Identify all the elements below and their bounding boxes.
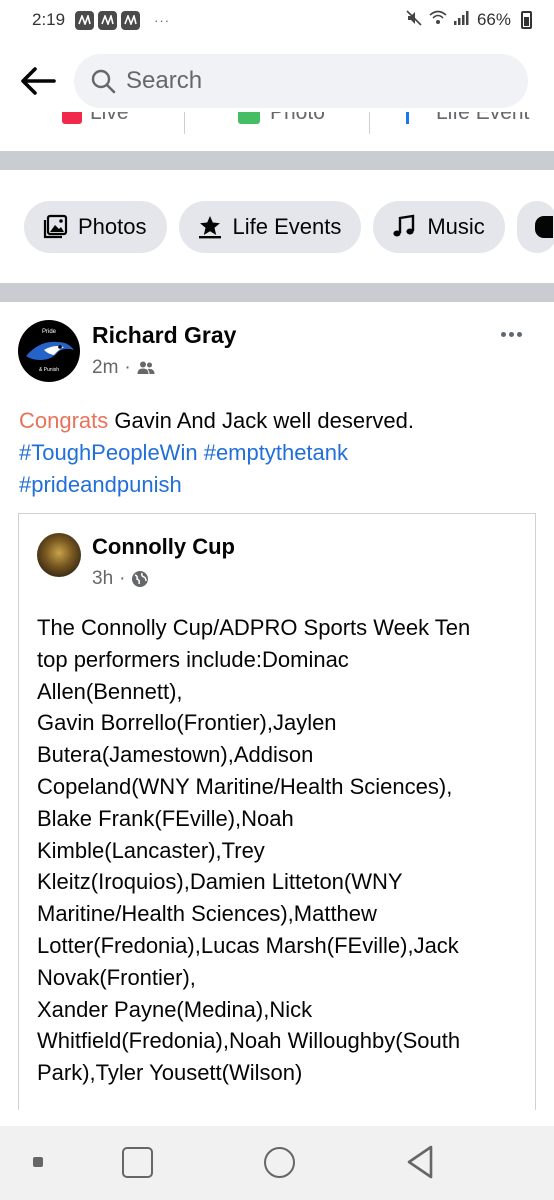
status-right: 66% — [405, 9, 532, 32]
shared-line: The Connolly Cup/ADPRO Sports Week Ten — [37, 615, 471, 640]
battery-percent: 66% — [476, 10, 511, 29]
shared-line: Kleitz(Iroquios),Damien Litteton(WNY — [37, 869, 403, 895]
shared-line: top performers include:Dominac — [37, 646, 349, 672]
photo-icon — [42, 214, 68, 240]
composer-actions: Live Photo Life Event — [0, 112, 554, 136]
status-time: 2:19 — [32, 10, 66, 29]
shared-line: Whitfield(Fredonia),Noah Willoughby(Sout… — [37, 1028, 461, 1054]
shared-author[interactable]: Connolly Cup — [92, 534, 235, 560]
search-bar[interactable]: Search — [74, 54, 528, 108]
meta-separator: · — [119, 568, 126, 589]
back-button[interactable] — [18, 61, 58, 101]
shared-meta: 3h · — [92, 568, 149, 590]
action-divider — [184, 112, 185, 134]
shared-line: Maritine/Health Sciences),Matthew — [37, 901, 377, 927]
life-event-button[interactable]: Life Event — [406, 112, 529, 126]
star-flag-icon — [197, 214, 223, 240]
battery-icon — [521, 11, 532, 29]
search-icon — [91, 69, 116, 94]
dot — [508, 331, 514, 337]
shared-line: Butera(Jamestown),Addison — [37, 742, 314, 768]
shared-line: Kimble(Lancaster),Trey — [37, 837, 265, 863]
avatar-text-bottom: & Punish — [38, 367, 59, 373]
action-divider — [369, 112, 370, 134]
live-label: Live — [90, 112, 129, 124]
shared-line: Lotter(Fredonia),Lucas Marsh(FEville),Ja… — [37, 932, 459, 958]
chip-photos[interactable]: Photos — [24, 201, 167, 253]
chip-label: Life Events — [232, 214, 342, 239]
post-author[interactable]: Richard Gray — [92, 322, 236, 349]
back-arrow-icon — [21, 67, 56, 95]
shared-avatar[interactable] — [37, 533, 81, 577]
overview-button[interactable] — [122, 1147, 153, 1178]
top-bar: Search — [0, 40, 554, 122]
live-button[interactable]: Live — [62, 112, 129, 126]
globe-icon — [132, 571, 149, 587]
notification-app-icon — [75, 10, 95, 30]
congrats-highlight: Congrats — [19, 408, 109, 433]
notification-app-icon — [98, 10, 118, 30]
chip-music[interactable]: Music — [373, 201, 505, 253]
post-text-body: Gavin And Jack well deserved. — [108, 408, 414, 433]
chip-label: Photos — [78, 214, 147, 239]
flag-icon — [406, 112, 422, 124]
life-event-label: Life Event — [436, 112, 530, 124]
shared-line: Blake Frank(FEville),Noah — [37, 805, 294, 831]
chip-label: Music — [427, 214, 485, 239]
shared-post[interactable]: Connolly Cup 3h · The Connolly Cup/ADPRO… — [18, 513, 536, 1110]
signal-icon — [453, 10, 471, 31]
more-notifications-icon: ··· — [154, 12, 171, 28]
photo-icon — [238, 112, 260, 124]
shared-line: Allen(Bennett), — [37, 678, 183, 704]
friends-icon — [137, 361, 155, 374]
avatar[interactable]: Pride & Punish — [18, 320, 80, 382]
chip-life-events[interactable]: Life Events — [178, 201, 362, 253]
hashtag[interactable]: #ToughPeopleWin — [19, 440, 198, 465]
hashtag[interactable]: #prideandpunish — [19, 472, 182, 497]
shared-time[interactable]: 3h — [92, 568, 113, 590]
section-divider — [0, 283, 554, 302]
wifi-icon — [429, 10, 447, 31]
shared-line: Park),Tyler Yousett(Wilson) — [37, 1060, 303, 1086]
section-divider — [0, 151, 554, 170]
music-note-icon — [391, 214, 417, 240]
dot — [500, 331, 506, 337]
hashtag[interactable]: #emptythetank — [204, 440, 348, 465]
system-nav-bar — [0, 1126, 554, 1200]
profile-chips: Photos Life Events Music — [24, 201, 554, 253]
meta-separator: · — [124, 357, 131, 378]
post-header: Pride & Punish Richard Gray 2m · — [18, 320, 538, 386]
chat-bubble-icon — [534, 216, 553, 238]
chip-more[interactable] — [516, 201, 554, 253]
post-text: Congrats Gavin And Jack well deserved. #… — [19, 405, 539, 501]
search-placeholder: Search — [126, 67, 203, 94]
post-options-button[interactable] — [496, 324, 526, 344]
shared-line: Copeland(WNY Maritine/Health Sciences), — [37, 773, 453, 799]
shared-line: Xander Payne(Medina),Nick — [37, 996, 313, 1022]
recents-icon[interactable] — [33, 1157, 43, 1167]
photo-button[interactable]: Photo — [238, 112, 325, 126]
shared-line: Gavin Borrello(Frontier),Jaylen — [37, 710, 337, 736]
post-time[interactable]: 2m — [92, 357, 118, 379]
notification-app-icon — [121, 10, 141, 30]
shared-body: The Connolly Cup/ADPRO Sports Week Ten t… — [37, 612, 529, 1089]
status-bar: 2:19 ··· 66% — [0, 0, 554, 40]
live-video-icon — [62, 112, 82, 124]
mute-icon — [405, 9, 423, 32]
dot — [516, 331, 522, 337]
home-button[interactable] — [264, 1147, 295, 1178]
shared-line: Novak(Frontier), — [37, 964, 196, 990]
post-meta: 2m · — [92, 357, 155, 379]
back-triangle-icon[interactable] — [405, 1144, 435, 1180]
photo-label: Photo — [270, 112, 325, 124]
